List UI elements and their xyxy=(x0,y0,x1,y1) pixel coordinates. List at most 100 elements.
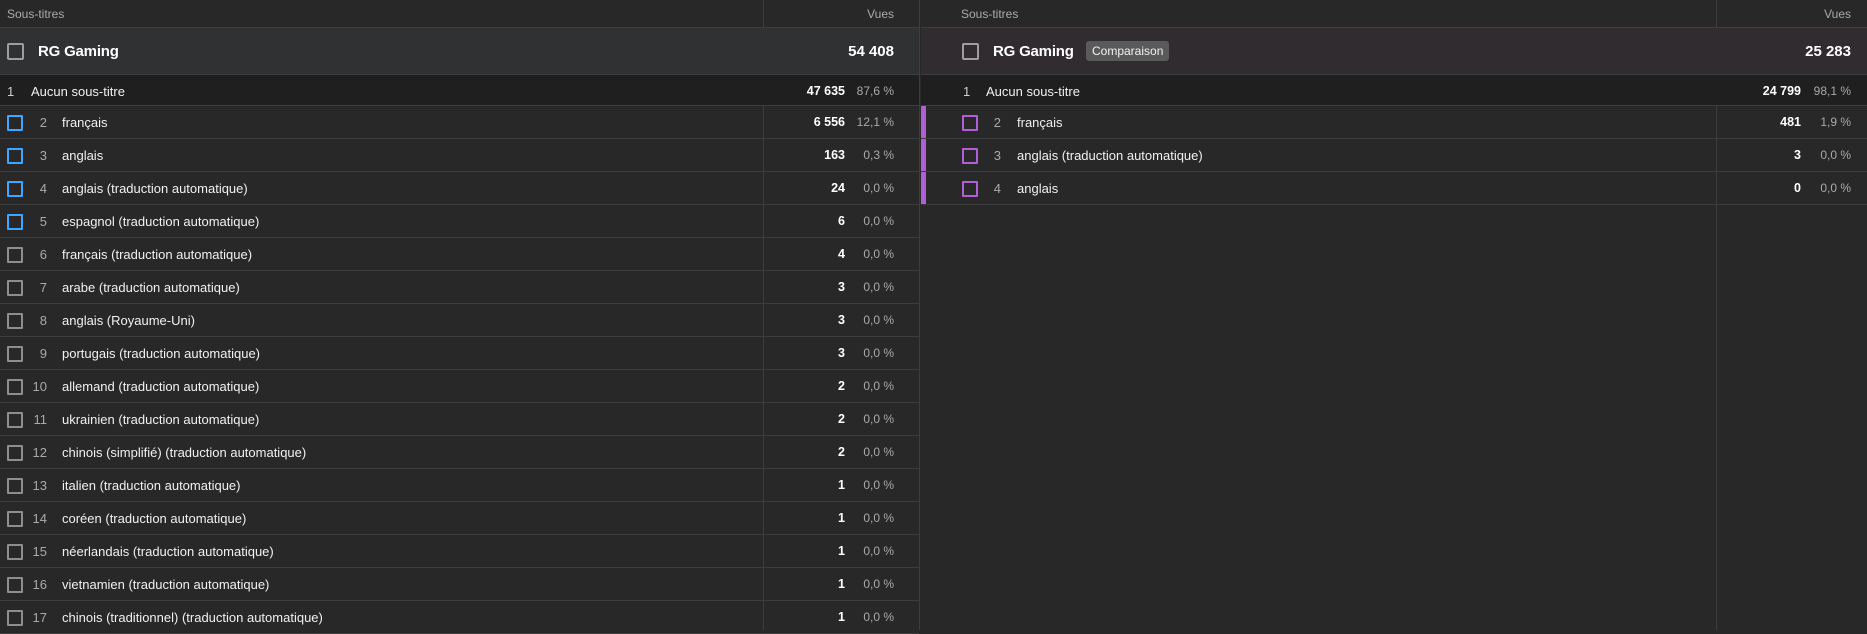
row-checkbox[interactable] xyxy=(7,379,23,395)
row-label: chinois (traditionnel) (traduction autom… xyxy=(62,610,323,625)
subtitles-table-primary: Sous-titres Vues RG Gaming 54 408 1 Aucu… xyxy=(0,0,920,634)
group-checkbox[interactable] xyxy=(962,43,979,60)
comparison-badge: Comparaison xyxy=(1086,41,1170,61)
comparison-accent-bar xyxy=(921,172,926,204)
subtitle-row: 3 anglais 163 0,3 % xyxy=(0,139,919,172)
subtitles-table-comparison: Sous-titres Vues RG Gaming Comparaison 2… xyxy=(921,0,1867,630)
row-label: allemand (traduction automatique) xyxy=(62,379,260,394)
row-label: Aucun sous-titre xyxy=(986,84,1080,99)
row-views: 3 xyxy=(838,346,845,360)
row-checkbox[interactable] xyxy=(7,247,23,263)
channel-name: RG Gaming xyxy=(38,43,119,60)
row-label: Aucun sous-titre xyxy=(31,84,125,99)
row-index: 13 xyxy=(32,478,47,493)
row-index: 16 xyxy=(32,577,47,592)
column-header-subtitles[interactable]: Sous-titres xyxy=(7,7,64,21)
row-checkbox[interactable] xyxy=(7,478,23,494)
row-views: 6 556 xyxy=(813,115,845,129)
row-checkbox[interactable] xyxy=(962,115,978,131)
row-index: 4 xyxy=(39,181,47,196)
row-percent: 0,0 % xyxy=(1820,148,1851,162)
row-index: 2 xyxy=(993,115,1001,130)
row-label: anglais (traduction automatique) xyxy=(1017,148,1203,163)
row-views: 3 xyxy=(838,280,845,294)
row-percent: 0,0 % xyxy=(863,247,894,261)
subtitle-row: 10 allemand (traduction automatique) 2 0,0 … xyxy=(0,370,919,403)
subtitle-row: 12 chinois (simplifié) (traduction automa… xyxy=(0,436,919,469)
row-checkbox[interactable] xyxy=(7,445,23,461)
row-percent: 0,0 % xyxy=(863,346,894,360)
row-checkbox[interactable] xyxy=(7,577,23,593)
channel-name: RG Gaming xyxy=(993,43,1074,60)
row-index: 10 xyxy=(32,379,47,394)
row-views: 1 xyxy=(838,577,845,591)
channel-group-row: RG Gaming Comparaison 25 283 xyxy=(921,28,1867,75)
subtitle-row: 6 français (traduction automatique) 4 0,0 % xyxy=(0,238,919,271)
subtitle-row: 5 espagnol (traduction automatique) 6 0,0 % xyxy=(0,205,919,238)
row-percent: 0,3 % xyxy=(863,148,894,162)
row-checkbox[interactable] xyxy=(7,346,23,362)
subtitle-row: 4 anglais (traduction automatique) 24 0,0 % xyxy=(0,172,919,205)
row-checkbox[interactable] xyxy=(7,511,23,527)
row-index: 7 xyxy=(39,280,47,295)
column-header-subtitles[interactable]: Sous-titres xyxy=(961,7,1018,21)
subtitle-row: 11 ukrainien (traduction automatique) 2 0,0… xyxy=(0,403,919,436)
row-label: espagnol (traduction automatique) xyxy=(62,214,260,229)
row-percent: 0,0 % xyxy=(863,544,894,558)
row-views: 1 xyxy=(838,511,845,525)
row-index: 5 xyxy=(39,214,47,229)
subtitle-row: 9 portugais (traduction automatique) 3 0,0 … xyxy=(0,337,919,370)
row-percent: 0,0 % xyxy=(863,181,894,195)
table-header: Sous-titres Vues xyxy=(0,0,919,28)
row-index: 1 xyxy=(963,84,971,99)
column-header-views[interactable]: Vues xyxy=(867,7,894,21)
row-percent: 0,0 % xyxy=(863,610,894,624)
row-checkbox[interactable] xyxy=(7,148,23,164)
row-views: 3 xyxy=(1794,148,1801,162)
row-label: français xyxy=(1017,115,1063,130)
row-checkbox[interactable] xyxy=(7,115,23,131)
row-label: italien (traduction automatique) xyxy=(62,478,241,493)
row-index: 9 xyxy=(39,346,47,361)
subtitle-row: 4 anglais 0 0,0 % xyxy=(921,172,1867,205)
row-label: français (traduction automatique) xyxy=(62,247,253,262)
row-index: 15 xyxy=(32,544,47,559)
row-label: anglais (Royaume-Uni) xyxy=(62,313,195,328)
subtitle-row: 15 néerlandais (traduction automatique) 1 0… xyxy=(0,535,919,568)
row-label: portugais (traduction automatique) xyxy=(62,346,261,361)
subtitle-row: 8 anglais (Royaume-Uni) 3 0,0 % xyxy=(0,304,919,337)
row-index: 17 xyxy=(32,610,47,625)
subtitle-row: 2 français 481 1,9 % xyxy=(921,106,1867,139)
row-views: 2 xyxy=(838,445,845,459)
row-views: 24 xyxy=(831,181,845,195)
row-checkbox[interactable] xyxy=(7,313,23,329)
row-label: coréen (traduction automatique) xyxy=(62,511,247,526)
row-label: ukrainien (traduction automatique) xyxy=(62,412,260,427)
row-label: néerlandais (traduction automatique) xyxy=(62,544,274,559)
row-index: 14 xyxy=(32,511,47,526)
group-total-views: 25 283 xyxy=(1805,43,1851,60)
row-label: anglais xyxy=(62,148,104,163)
subtitle-row: 3 anglais (traduction automatique) 3 0,0 % xyxy=(921,139,1867,172)
row-checkbox[interactable] xyxy=(962,148,978,164)
subtitle-row: 16 vietnamien (traduction automatique) 1 0,… xyxy=(0,568,919,601)
row-label: chinois (simplifié) (traduction automati… xyxy=(62,445,307,460)
row-percent: 87,6 % xyxy=(856,84,894,98)
comparison-accent-bar xyxy=(921,139,926,171)
row-views: 0 xyxy=(1794,181,1801,195)
row-checkbox[interactable] xyxy=(7,412,23,428)
row-index: 3 xyxy=(39,148,47,163)
row-checkbox[interactable] xyxy=(7,280,23,296)
row-checkbox[interactable] xyxy=(7,214,23,230)
group-checkbox[interactable] xyxy=(7,43,24,60)
row-index: 1 xyxy=(7,84,15,99)
no-subtitle-row: 1 Aucun sous-titre 24 799 98,1 % xyxy=(921,75,1867,106)
column-header-views[interactable]: Vues xyxy=(1824,7,1851,21)
row-checkbox[interactable] xyxy=(7,181,23,197)
row-percent: 98,1 % xyxy=(1813,84,1851,98)
row-checkbox[interactable] xyxy=(7,610,23,626)
comparison-accent-bar xyxy=(921,106,926,138)
row-index: 12 xyxy=(32,445,47,460)
row-checkbox[interactable] xyxy=(7,544,23,560)
row-checkbox[interactable] xyxy=(962,181,978,197)
